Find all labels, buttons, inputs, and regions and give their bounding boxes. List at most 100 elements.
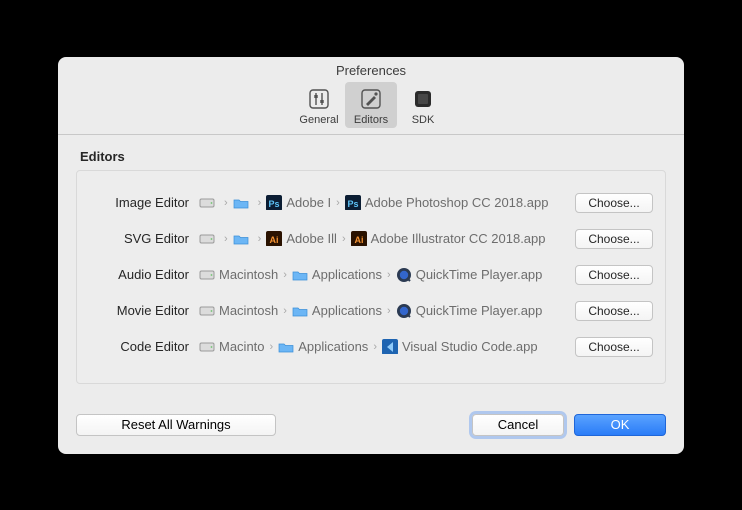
path-segment-text: QuickTime Player.app [416, 303, 543, 318]
chevron-right-icon: › [372, 341, 378, 353]
path-segment-text: Macintosh [219, 303, 278, 318]
window-title: Preferences [58, 57, 684, 82]
path-segment-text: Visual Studio Code.app [402, 339, 538, 354]
tab-editors[interactable]: Editors [345, 82, 397, 128]
path-breadcrumb: Macinto › Applications › Visual Studio Code.… [199, 339, 567, 354]
svg-text:Ps: Ps [269, 199, 280, 209]
path-breadcrumb: › › Ai Adobe Ill › Ai Adobe Illustrator CC 201… [199, 231, 567, 246]
app-vs-icon [382, 340, 398, 354]
chevron-right-icon: › [282, 269, 288, 281]
svg-text:Ai: Ai [354, 235, 363, 245]
path-segment-text: Applications [298, 339, 368, 354]
path-segment [199, 232, 219, 246]
row-label: SVG Editor [89, 231, 199, 246]
editor-row: Image Editor › › Ps Adobe I › Ps Adobe Photosho… [89, 185, 653, 221]
row-label: Movie Editor [89, 303, 199, 318]
chevron-right-icon: › [257, 197, 263, 209]
choose-button[interactable]: Choose... [575, 337, 653, 357]
editor-row: Movie Editor Macintosh › Applications › Quick… [89, 293, 653, 329]
path-segment: Macintosh [199, 303, 278, 318]
path-segment [233, 196, 253, 210]
choose-button[interactable]: Choose... [575, 301, 653, 321]
svg-text:Ai: Ai [270, 235, 279, 245]
editor-row: Audio EditorMacintosh›Applications›Quick… [89, 257, 653, 293]
editor-row: Code Editor Macinto › Applications › Visual S… [89, 329, 653, 365]
chevron-right-icon: › [341, 233, 347, 245]
reset-warnings-button[interactable]: Reset All Warnings [76, 414, 276, 436]
path-breadcrumb: › › Ps Adobe I › Ps Adobe Photoshop CC 2018.ap… [199, 195, 567, 210]
sdk-icon [410, 86, 436, 112]
path-segment: Ai Adobe Ill [266, 231, 337, 246]
tab-sdk-label: SDK [412, 114, 435, 126]
chevron-right-icon: › [386, 269, 392, 281]
tab-sdk[interactable]: SDK [397, 82, 449, 128]
row-label: Image Editor [89, 195, 199, 210]
app-ai-icon: Ai [351, 232, 367, 246]
folder-icon [233, 196, 249, 210]
footer: Reset All Warnings Cancel OK [58, 400, 684, 454]
path-segment-text: Adobe Photoshop CC 2018.app [365, 195, 549, 210]
chevron-right-icon: › [386, 305, 392, 317]
path-segment: Ai Adobe Illustrator CC 2018.app [351, 231, 546, 246]
hd-icon [199, 232, 215, 246]
app-qt-icon [396, 268, 412, 282]
chevron-right-icon: › [223, 197, 229, 209]
ok-button[interactable]: OK [574, 414, 666, 436]
path-segment-text: Adobe I [286, 195, 331, 210]
path-segment: Applications [292, 267, 382, 282]
folder-icon [233, 232, 249, 246]
path-segment-text: Macinto [219, 339, 265, 354]
app-ps-icon: Ps [345, 196, 361, 210]
path-segment-text: Applications [312, 303, 382, 318]
tab-general[interactable]: General [293, 82, 345, 128]
path-segment-text: QuickTime Player.app [416, 267, 543, 282]
folder-icon [278, 340, 294, 354]
path-segment-text: Adobe Illustrator CC 2018.app [371, 231, 546, 246]
choose-button[interactable]: Choose... [575, 265, 653, 285]
section-title: Editors [80, 149, 666, 164]
path-breadcrumb: Macintosh › Applications › QuickTime Player.… [199, 267, 567, 282]
chevron-right-icon: › [282, 305, 288, 317]
choose-button[interactable]: Choose... [575, 193, 653, 213]
app-ai-icon: Ai [266, 232, 282, 246]
chevron-right-icon: › [269, 341, 275, 353]
brush-icon [358, 86, 384, 112]
app-ps-icon: Ps [266, 196, 282, 210]
path-segment: QuickTime Player.app [396, 303, 543, 318]
path-segment: Visual Studio Code.app [382, 339, 538, 354]
path-segment [233, 232, 253, 246]
app-qt-icon [396, 304, 412, 318]
chevron-right-icon: › [257, 233, 263, 245]
chevron-right-icon: › [335, 197, 341, 209]
hd-icon [199, 304, 215, 318]
row-label: Code Editor [89, 339, 199, 354]
editors-panel: Image Editor › › Ps Adobe I › Ps Adobe Photosho… [76, 170, 666, 384]
hd-icon [199, 268, 215, 282]
folder-icon [292, 268, 308, 282]
path-segment-text: Applications [312, 267, 382, 282]
sliders-icon [306, 86, 332, 112]
preferences-window: Preferences General Editors SDK Editors … [58, 57, 684, 454]
path-segment-text: Adobe Ill [286, 231, 337, 246]
svg-text:Ps: Ps [347, 199, 358, 209]
chevron-right-icon: › [223, 233, 229, 245]
folder-icon [292, 304, 308, 318]
hd-icon [199, 196, 215, 210]
tab-editors-label: Editors [354, 114, 388, 126]
toolbar: General Editors SDK [58, 82, 684, 135]
path-segment: Applications [278, 339, 368, 354]
choose-button[interactable]: Choose... [575, 229, 653, 249]
path-segment: Applications [292, 303, 382, 318]
tab-general-label: General [299, 114, 338, 126]
path-breadcrumb: Macintosh › Applications › QuickTime Player.… [199, 303, 567, 318]
cancel-button[interactable]: Cancel [472, 414, 564, 436]
path-segment: Macinto [199, 339, 265, 354]
path-segment [199, 196, 219, 210]
editor-row: SVG Editor › › Ai Adobe Ill › Ai Adobe Illustra… [89, 221, 653, 257]
path-segment-text: Macintosh [219, 267, 278, 282]
path-segment: Ps Adobe Photoshop CC 2018.app [345, 195, 549, 210]
path-segment: QuickTime Player.app [396, 267, 543, 282]
path-segment: Ps Adobe I [266, 195, 331, 210]
hd-icon [199, 340, 215, 354]
path-segment: Macintosh [199, 267, 278, 282]
